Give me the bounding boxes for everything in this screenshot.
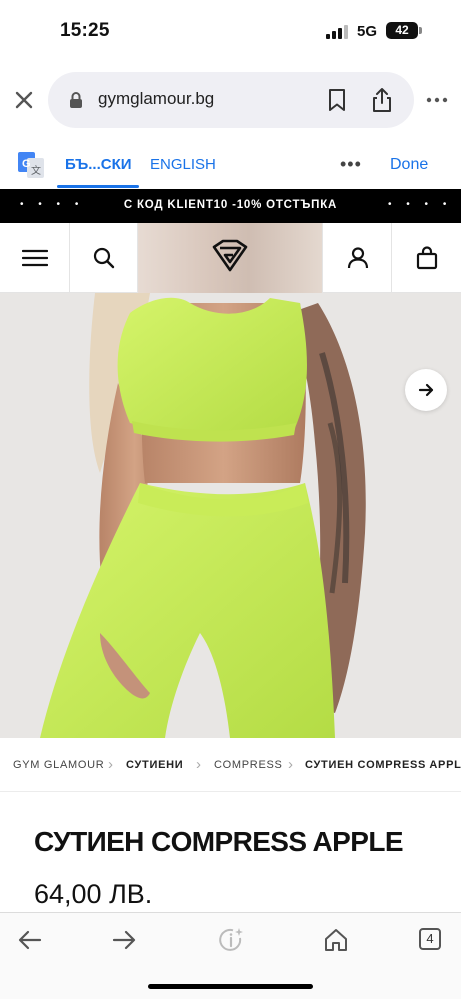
bookmark-icon[interactable]: [326, 88, 348, 112]
breadcrumb: GYM GLAMOUR › СУТИЕНИ › COMPRESS › СУТИЕ…: [0, 738, 461, 792]
search-icon: [93, 247, 115, 269]
breadcrumb-item[interactable]: COMPRESS: [214, 759, 283, 771]
tabs-button[interactable]: 4: [419, 928, 441, 950]
battery-icon: 42: [386, 22, 418, 39]
google-translate-icon: G 文: [18, 152, 44, 178]
share-icon[interactable]: [370, 86, 394, 114]
url-text: gymglamour.bg: [98, 89, 215, 108]
home-icon[interactable]: [323, 927, 349, 953]
breadcrumb-item[interactable]: GYM GLAMOUR: [13, 759, 104, 771]
shopping-bag-icon: [416, 246, 438, 270]
page-info-sparkle-icon[interactable]: [218, 927, 244, 953]
cart-button[interactable]: [392, 223, 461, 293]
forward-arrow-icon[interactable]: [111, 927, 137, 953]
product-photo: [0, 293, 461, 738]
browser-toolbar: 4: [0, 912, 461, 999]
status-bar: 15:25 5G 42: [0, 0, 461, 60]
address-bar[interactable]: gymglamour.bg: [48, 72, 414, 128]
chevron-right-icon: ›: [288, 756, 293, 773]
chevron-right-icon: ›: [196, 756, 201, 773]
account-button[interactable]: [322, 223, 392, 293]
back-arrow-icon[interactable]: [17, 927, 43, 953]
active-language-indicator: [57, 185, 139, 188]
language-tab-bulgarian[interactable]: БЪ...СКИ: [65, 156, 132, 173]
chevron-right-icon: ›: [108, 756, 113, 773]
breadcrumb-item[interactable]: СУТИЕНИ: [126, 759, 183, 771]
product-price: 64,00 ЛВ.: [34, 879, 153, 909]
translate-done-button[interactable]: Done: [390, 156, 428, 174]
product-image[interactable]: [0, 293, 461, 738]
close-icon[interactable]: [10, 86, 38, 114]
lock-icon: [70, 92, 82, 108]
next-image-button[interactable]: [405, 369, 447, 411]
battery-tip: [419, 27, 422, 34]
hamburger-menu-icon: [22, 249, 48, 267]
site-header: [0, 223, 461, 293]
svg-text:文: 文: [31, 164, 41, 177]
breadcrumb-current: СУТИЕН COMPRESS APPLE: [305, 759, 461, 771]
gym-glamour-logo[interactable]: [211, 239, 249, 273]
product-title: СУТИЕН COMPRESS APPLE: [34, 826, 404, 857]
status-time: 15:25: [60, 20, 110, 41]
cellular-signal-icon: [326, 25, 350, 39]
svg-text:G: G: [22, 158, 31, 170]
arrow-right-icon: [418, 383, 434, 397]
more-options-icon[interactable]: [424, 86, 450, 114]
promo-banner: • • • • С КОД KLIENT10 -10% ОТСТЪПКА • •…: [0, 189, 461, 223]
translate-bar: G 文 БЪ...СКИ ENGLISH ••• Done: [0, 140, 461, 190]
home-indicator: [148, 984, 313, 989]
promo-dots-right: • • • •: [388, 199, 453, 210]
translate-more-button[interactable]: •••: [340, 154, 362, 175]
language-tab-english[interactable]: ENGLISH: [150, 156, 216, 173]
network-type: 5G: [357, 23, 378, 40]
menu-button[interactable]: [0, 223, 70, 293]
user-icon: [347, 247, 369, 269]
search-button[interactable]: [70, 223, 138, 293]
